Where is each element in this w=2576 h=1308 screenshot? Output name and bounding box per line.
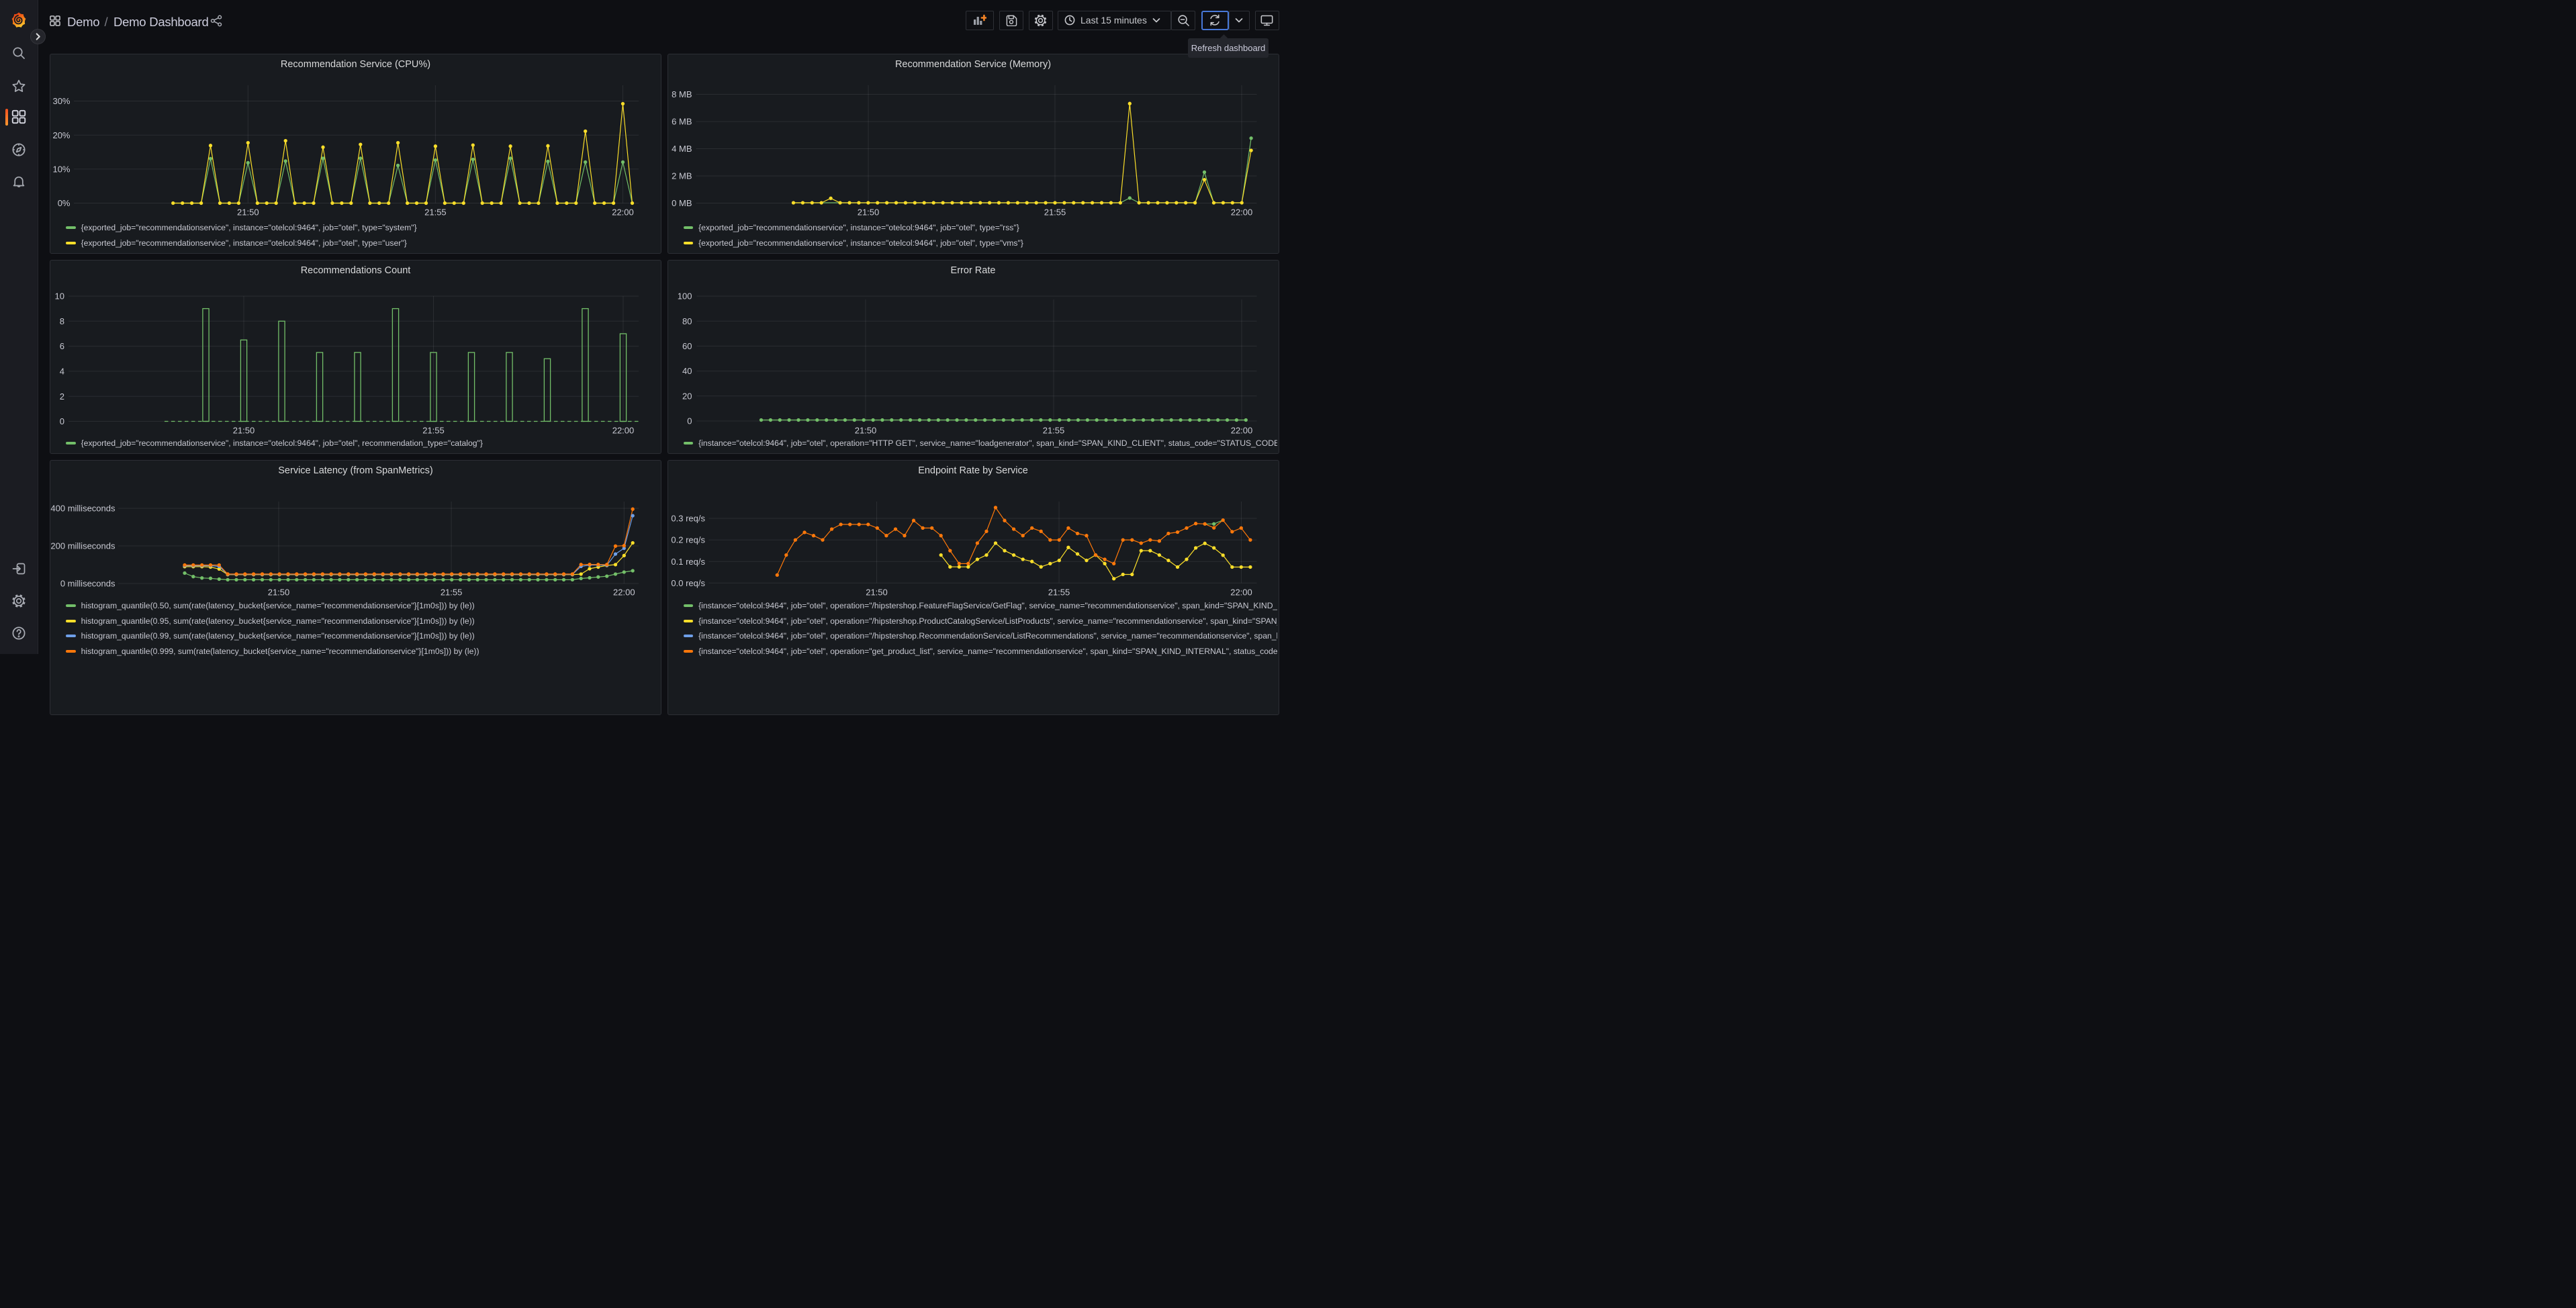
svg-text:2 MB: 2 MB <box>672 171 692 181</box>
svg-text:21:55: 21:55 <box>1048 588 1070 598</box>
svg-text:10: 10 <box>55 291 64 301</box>
svg-text:21:50: 21:50 <box>857 207 879 218</box>
svg-text:8: 8 <box>60 316 64 326</box>
svg-text:0.3 req/s: 0.3 req/s <box>671 514 705 524</box>
svg-text:22:00: 22:00 <box>1230 426 1252 436</box>
svg-text:21:55: 21:55 <box>424 207 447 218</box>
svg-text:200 milliseconds: 200 milliseconds <box>50 541 116 551</box>
svg-text:20: 20 <box>682 391 692 401</box>
svg-text:30%: 30% <box>52 96 70 106</box>
svg-text:10%: 10% <box>52 164 70 174</box>
svg-text:4 MB: 4 MB <box>672 144 692 154</box>
svg-text:22:00: 22:00 <box>1230 588 1252 598</box>
svg-text:0: 0 <box>60 416 64 426</box>
svg-text:0.1 req/s: 0.1 req/s <box>671 557 705 567</box>
svg-text:21:50: 21:50 <box>854 426 876 436</box>
svg-text:40: 40 <box>682 366 692 376</box>
svg-text:22:00: 22:00 <box>612 207 634 218</box>
svg-text:8 MB: 8 MB <box>672 89 692 99</box>
svg-text:0: 0 <box>687 416 692 426</box>
svg-text:21:55: 21:55 <box>1042 426 1064 436</box>
svg-text:21:50: 21:50 <box>866 588 888 598</box>
svg-text:2: 2 <box>60 391 64 402</box>
svg-text:6: 6 <box>60 341 64 351</box>
svg-text:20%: 20% <box>52 130 70 140</box>
svg-text:21:50: 21:50 <box>233 426 255 436</box>
svg-text:0.2 req/s: 0.2 req/s <box>671 535 705 545</box>
svg-text:6 MB: 6 MB <box>672 117 692 127</box>
svg-text:22:00: 22:00 <box>612 426 635 436</box>
svg-text:0.0 req/s: 0.0 req/s <box>671 578 705 588</box>
svg-text:60: 60 <box>682 341 692 351</box>
svg-text:22:00: 22:00 <box>1230 207 1252 218</box>
svg-text:4: 4 <box>60 367 64 377</box>
svg-text:21:50: 21:50 <box>237 207 259 218</box>
svg-text:21:55: 21:55 <box>422 426 445 436</box>
svg-text:0 MB: 0 MB <box>672 198 692 208</box>
svg-text:400 milliseconds: 400 milliseconds <box>50 504 116 514</box>
svg-text:0 milliseconds: 0 milliseconds <box>60 579 116 589</box>
svg-text:100: 100 <box>677 291 692 301</box>
svg-text:80: 80 <box>682 316 692 326</box>
svg-text:0%: 0% <box>58 198 71 208</box>
svg-text:21:55: 21:55 <box>441 588 463 598</box>
svg-text:22:00: 22:00 <box>613 588 635 598</box>
svg-text:21:50: 21:50 <box>268 588 290 598</box>
svg-text:21:55: 21:55 <box>1044 207 1066 218</box>
